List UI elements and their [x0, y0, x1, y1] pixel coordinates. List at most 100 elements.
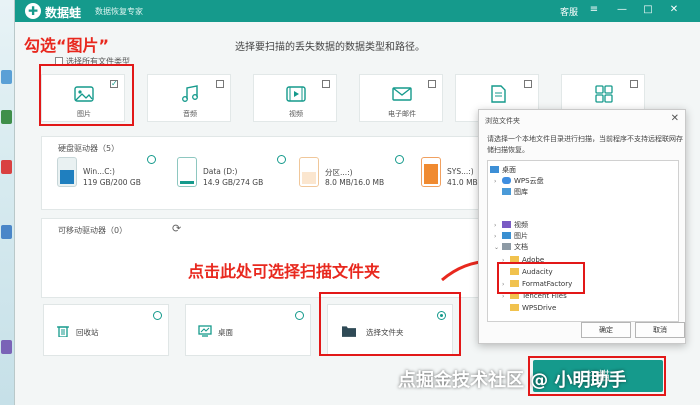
tree-item-wpsdrive[interactable]: WPSDrive: [502, 303, 556, 314]
file-type-audio[interactable]: 音频: [147, 74, 231, 122]
file-type-label: 音频: [183, 110, 197, 118]
checkbox-checked[interactable]: ✓: [110, 80, 118, 88]
radio-button[interactable]: [147, 155, 156, 164]
drive-size: 41.0 MB: [447, 178, 478, 187]
radio-button[interactable]: [295, 311, 304, 320]
file-type-label: 图片: [77, 110, 91, 118]
drive-name: Win...C:): [83, 167, 115, 176]
tree-item-adobe[interactable]: › Adobe: [502, 255, 544, 266]
chevron-right-icon[interactable]: ›: [494, 231, 502, 242]
app-logo-icon: ✚: [25, 3, 41, 19]
radio-button[interactable]: [153, 311, 162, 320]
desktop-shortcut-icon[interactable]: [1, 340, 12, 354]
video-icon: [286, 86, 306, 102]
folder-icon: [342, 326, 356, 337]
drive-icon: [177, 157, 197, 187]
folder-icon: [510, 256, 519, 263]
location-label: 回收站: [76, 328, 99, 337]
minimize-icon[interactable]: —: [615, 3, 629, 17]
tree-item-label: Adobe: [522, 256, 545, 264]
desktop-folder-icon: [490, 166, 499, 173]
tree-item-pictures[interactable]: › 图片: [494, 231, 528, 242]
gallery-icon: [502, 188, 511, 195]
annotation-click-here: 点击此处可选择扫描文件夹: [188, 262, 381, 281]
close-icon[interactable]: ✕: [667, 3, 681, 17]
drive-fill: [60, 170, 74, 184]
refresh-icon[interactable]: ⟳: [172, 222, 181, 235]
select-all-checkbox[interactable]: 选择所有文件类型: [55, 56, 130, 67]
tree-item-label: 图片: [514, 232, 528, 240]
drive-size: 119 GB/200 GB: [83, 178, 141, 187]
page-heading: 选择要扫描的丢失数据的数据类型和路径。: [235, 42, 425, 53]
browse-folder-dialog: 浏览文件夹 ✕ 请选择一个本地文件目录进行扫描，当前程序不支持远程联网存储扫描恢…: [478, 109, 686, 344]
desktop-icon: [198, 325, 212, 337]
tree-item-tencent-files[interactable]: › Tencent Files: [502, 291, 567, 302]
checkbox-box[interactable]: [55, 57, 63, 65]
chevron-right-icon[interactable]: ›: [494, 220, 502, 231]
tree-item-documents[interactable]: ⌄ 文档: [494, 242, 528, 253]
checkbox[interactable]: [322, 80, 330, 88]
recycle-bin-icon: [57, 326, 69, 337]
file-type-label: 视频: [289, 110, 303, 118]
desktop-shortcut-icon[interactable]: [1, 110, 12, 124]
dialog-title: 浏览文件夹: [485, 117, 520, 125]
checkbox[interactable]: [428, 80, 436, 88]
tree-item-desktop[interactable]: 桌面: [490, 165, 516, 176]
desktop-shortcut-icon[interactable]: [1, 160, 12, 174]
tree-item-video[interactable]: › 视频: [494, 220, 528, 231]
desktop-background: [0, 0, 14, 405]
radio-button[interactable]: [395, 155, 404, 164]
drive-name: SYS...:): [447, 167, 474, 176]
tree-item-audacity[interactable]: Audacity: [502, 267, 553, 278]
file-type-email[interactable]: 电子邮件: [359, 74, 443, 122]
video-folder-icon: [502, 221, 511, 228]
tree-item-gallery[interactable]: 图库: [494, 187, 528, 198]
desktop-shortcut-icon[interactable]: [1, 225, 12, 239]
radio-button[interactable]: [277, 155, 286, 164]
checkbox[interactable]: [630, 80, 638, 88]
screenshot: { "app": { "name": "数据蛙", "tagline": "数据…: [0, 0, 700, 405]
chevron-down-icon[interactable]: ⌄: [494, 242, 502, 253]
file-type-label: 电子邮件: [388, 110, 416, 118]
checkbox[interactable]: [524, 80, 532, 88]
tree-item-label: Tencent Files: [522, 292, 567, 300]
location-recycle-bin[interactable]: 回收站: [43, 304, 169, 356]
document-icon: [491, 85, 506, 103]
close-icon[interactable]: ✕: [671, 113, 679, 124]
settings-icon[interactable]: ≡: [587, 3, 601, 17]
removable-drive-title: 可移动驱动器（0）: [58, 226, 128, 235]
radio-button-selected[interactable]: [437, 311, 446, 320]
tree-item-label: WPS云盘: [514, 177, 544, 185]
maximize-icon[interactable]: □: [641, 3, 655, 17]
customer-service-link[interactable]: 客服: [560, 5, 578, 18]
tree-item-label: FormatFactory: [522, 280, 573, 288]
drive-name: Data (D:): [203, 167, 238, 176]
drive-fill: [302, 172, 316, 184]
checkbox[interactable]: [216, 80, 224, 88]
chevron-right-icon[interactable]: ›: [502, 279, 510, 290]
tree-item-wps-cloud[interactable]: › WPS云盘: [494, 176, 544, 187]
email-icon: [392, 87, 412, 101]
app-tagline: 数据恢复专家: [95, 7, 143, 16]
file-type-image[interactable]: ✓ 图片: [41, 74, 125, 122]
file-type-video[interactable]: 视频: [253, 74, 337, 122]
other-icon: [595, 85, 613, 103]
cancel-button[interactable]: 取消: [635, 322, 685, 338]
document-folder-icon: [502, 243, 511, 250]
tree-item-label: 文档: [514, 243, 528, 251]
location-label: 桌面: [218, 328, 233, 337]
desktop-shortcut-icon[interactable]: [1, 70, 12, 84]
chevron-right-icon[interactable]: ›: [502, 291, 510, 302]
location-desktop[interactable]: 桌面: [185, 304, 311, 356]
tree-item-formatfactory[interactable]: › FormatFactory: [502, 279, 572, 290]
chevron-right-icon[interactable]: ›: [502, 255, 510, 266]
location-choose-folder[interactable]: 选择文件夹: [327, 304, 453, 356]
tree-item-label: 桌面: [502, 166, 516, 174]
dialog-description: 请选择一个本地文件目录进行扫描，当前程序不支持远程联网存储扫描恢复。: [487, 135, 683, 154]
drive-icon: [57, 157, 77, 187]
tree-item-label: Audacity: [522, 268, 553, 276]
ok-button[interactable]: 确定: [581, 322, 631, 338]
chevron-right-icon[interactable]: ›: [494, 176, 502, 187]
location-label: 选择文件夹: [366, 328, 404, 337]
hard-drive-title: 硬盘驱动器（5）: [58, 144, 120, 153]
